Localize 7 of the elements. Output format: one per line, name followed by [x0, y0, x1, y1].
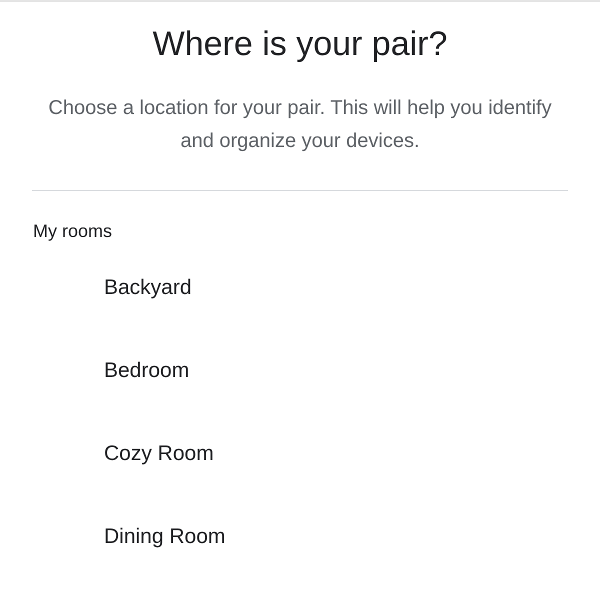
page-title: Where is your pair? — [152, 24, 448, 65]
room-option[interactable]: Cozy Room — [104, 442, 214, 466]
room-option[interactable]: Bedroom — [104, 359, 190, 383]
room-option[interactable]: Dining Room — [104, 525, 226, 549]
page-description: Choose a location for your pair. This will help you identify and organize your devices. — [47, 96, 553, 154]
room-option[interactable]: Backyard — [104, 276, 192, 300]
section-heading: My rooms — [33, 220, 112, 243]
